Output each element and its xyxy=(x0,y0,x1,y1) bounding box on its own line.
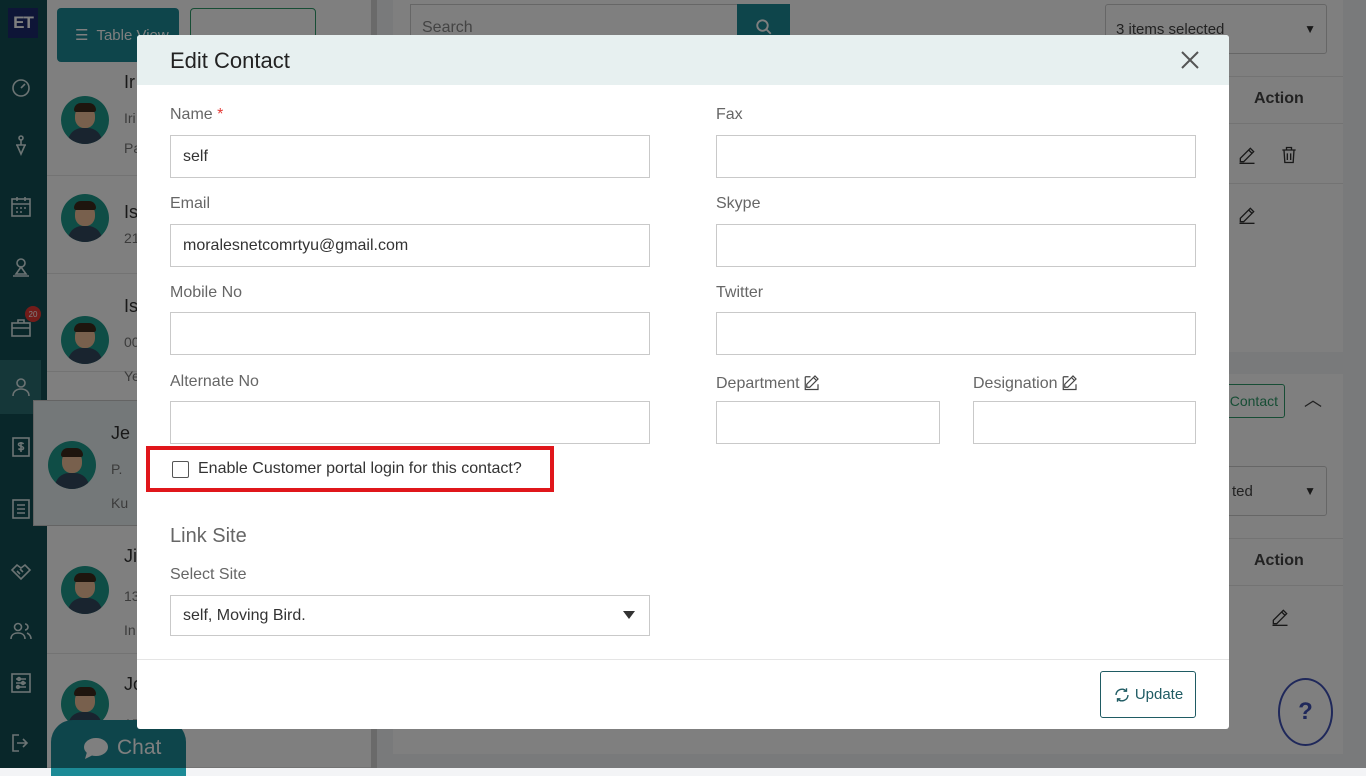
alternate-input[interactable] xyxy=(170,401,650,444)
twitter-label: Twitter xyxy=(716,284,764,301)
edit-designation-icon[interactable] xyxy=(1061,373,1079,391)
close-icon[interactable] xyxy=(1179,49,1201,71)
department-label: Department xyxy=(716,373,821,393)
skype-input[interactable] xyxy=(716,224,1196,267)
department-input[interactable] xyxy=(716,401,940,444)
caret-down-icon xyxy=(623,611,635,619)
mobile-label: Mobile No xyxy=(170,284,243,301)
fax-label: Fax xyxy=(716,106,743,123)
required-mark: * xyxy=(217,106,224,123)
email-label: Email xyxy=(170,195,211,212)
link-site-heading: Link Site xyxy=(170,525,247,547)
twitter-input[interactable] xyxy=(716,312,1196,355)
designation-label: Designation xyxy=(973,373,1079,393)
edit-department-icon[interactable] xyxy=(803,373,821,391)
edit-contact-modal: Edit Contact Name * self Email moralesne… xyxy=(137,35,1229,729)
mobile-input[interactable] xyxy=(170,312,650,355)
modal-title: Edit Contact xyxy=(170,48,290,73)
site-select[interactable]: self, Moving Bird. xyxy=(170,595,650,636)
footer-divider xyxy=(137,659,1229,660)
refresh-icon xyxy=(1115,687,1129,702)
email-input[interactable]: moralesnetcomrtyu@gmail.com xyxy=(170,224,650,267)
name-input[interactable]: self xyxy=(170,135,650,178)
skype-label: Skype xyxy=(716,195,761,212)
update-button[interactable]: Update xyxy=(1100,671,1196,718)
portal-login-label[interactable]: Enable Customer portal login for this co… xyxy=(198,460,522,478)
fax-input[interactable] xyxy=(716,135,1196,178)
portal-login-checkbox-row[interactable]: Enable Customer portal login for this co… xyxy=(146,446,554,492)
modal-header: Edit Contact xyxy=(137,35,1229,85)
select-site-label: Select Site xyxy=(170,566,247,583)
name-label: Name * xyxy=(170,106,224,123)
alternate-label: Alternate No xyxy=(170,373,259,390)
designation-input[interactable] xyxy=(973,401,1196,444)
portal-login-checkbox[interactable] xyxy=(172,460,189,478)
